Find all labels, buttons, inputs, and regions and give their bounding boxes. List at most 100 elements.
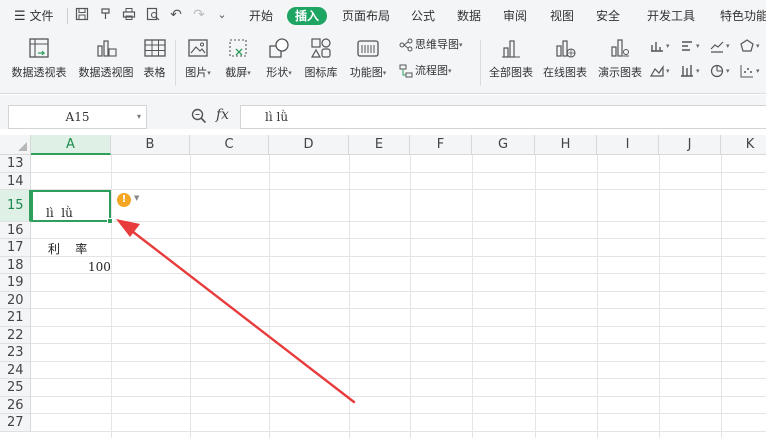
ribbon-insert: 数据透视表 数据透视图 表格 图片▾ 截屏▾ 形状▾ 图标库 功能图▾ 思维导图… bbox=[0, 32, 766, 94]
file-menu[interactable]: ☰ 文件 bbox=[14, 8, 54, 25]
bar-chart-icon bbox=[502, 40, 520, 58]
column-header-g[interactable]: G bbox=[472, 135, 535, 155]
pivot-table-button[interactable]: 数据透视表 bbox=[10, 36, 68, 88]
customize-toolbar-icon[interactable]: ⌄ bbox=[214, 7, 230, 23]
grid-hline bbox=[31, 396, 766, 397]
shapes-button[interactable]: 形状▾ bbox=[262, 36, 296, 88]
spreadsheet-grid[interactable]: ABCDEFGHIJK 13 14 15 16 17 18 19 20 21 22 23 24 25 26… bbox=[0, 135, 766, 438]
line-chart-dropdown[interactable]: ▾ bbox=[710, 37, 730, 55]
shapes-icon bbox=[269, 38, 289, 58]
radar-chart-dropdown[interactable]: ▾ bbox=[740, 37, 760, 55]
formula-input[interactable]: lì lǜ bbox=[240, 105, 766, 129]
zoom-formula-icon[interactable] bbox=[190, 107, 208, 127]
tab-developer[interactable]: 开发工具 bbox=[647, 8, 695, 24]
tab-home[interactable]: 开始 bbox=[249, 8, 273, 24]
select-all-corner[interactable] bbox=[0, 135, 31, 155]
row-header-25[interactable]: 25 bbox=[0, 379, 31, 397]
row-header-21[interactable]: 21 bbox=[0, 309, 31, 327]
format-painter-icon[interactable] bbox=[98, 7, 114, 23]
screenshot-button[interactable]: 截屏▾ bbox=[222, 36, 254, 88]
print-icon[interactable] bbox=[121, 7, 137, 23]
demo-chart-icon bbox=[611, 39, 629, 57]
row-header-17[interactable]: 17 bbox=[0, 239, 31, 257]
area-chart-dropdown[interactable]: ▾ bbox=[649, 62, 670, 80]
cell-a17[interactable]: 利 率 bbox=[48, 240, 87, 257]
column-header-a[interactable]: A bbox=[31, 135, 111, 155]
function-chart-button[interactable]: 功能图▾ bbox=[346, 36, 390, 88]
column-header-i[interactable]: I bbox=[597, 135, 659, 155]
demo-chart-button[interactable]: 演示图表 bbox=[596, 36, 644, 88]
scatter-chart-dropdown[interactable]: ▾ bbox=[740, 62, 760, 80]
row-header-13[interactable]: 13 bbox=[0, 155, 31, 173]
icon-library-button[interactable]: 图标库 bbox=[303, 36, 339, 88]
menu-bar: ☰ 文件 ↶ ↷ ⌄ 开始 插入 页面布局 公式 数据 审阅 视图 安全 开发工… bbox=[0, 0, 766, 32]
column-header-h[interactable]: H bbox=[535, 135, 597, 155]
divider bbox=[175, 40, 176, 86]
radar-chart-icon bbox=[740, 39, 754, 52]
row-header-23[interactable]: 23 bbox=[0, 344, 31, 362]
tab-view[interactable]: 视图 bbox=[550, 8, 574, 24]
grid-hline bbox=[31, 361, 766, 362]
grid-hline bbox=[31, 238, 766, 239]
row-header-27[interactable]: 27 bbox=[0, 414, 31, 432]
row-header-14[interactable]: 14 bbox=[0, 173, 31, 190]
cell-a18[interactable]: 100 bbox=[88, 260, 111, 274]
mindmap-button[interactable]: 思维导图▾ bbox=[399, 36, 463, 54]
area-chart-icon bbox=[649, 65, 664, 77]
online-chart-button[interactable]: 在线图表 bbox=[541, 36, 589, 88]
tab-insert[interactable]: 插入 bbox=[287, 7, 328, 25]
column-header-c[interactable]: C bbox=[190, 135, 269, 155]
column-header-k[interactable]: K bbox=[721, 135, 766, 155]
row-header-24[interactable]: 24 bbox=[0, 362, 31, 379]
redo-icon[interactable]: ↷ bbox=[191, 7, 207, 23]
mindmap-icon bbox=[399, 38, 413, 52]
print-preview-icon[interactable] bbox=[145, 7, 161, 23]
insert-function-icon[interactable]: fx bbox=[216, 107, 229, 123]
row-header-15[interactable]: 15 bbox=[0, 190, 31, 222]
function-chart-icon bbox=[357, 40, 379, 57]
column-chart-dropdown[interactable]: ▾ bbox=[650, 37, 670, 55]
tab-security[interactable]: 安全 bbox=[596, 8, 620, 24]
picture-icon bbox=[188, 39, 208, 57]
row-header-16[interactable]: 16 bbox=[0, 222, 31, 239]
hamburger-icon: ☰ bbox=[14, 9, 26, 24]
column-header-e[interactable]: E bbox=[349, 135, 410, 155]
grid-hline bbox=[31, 256, 766, 257]
column-header-d[interactable]: D bbox=[269, 135, 349, 155]
table-button[interactable]: 表格 bbox=[141, 36, 168, 88]
all-charts-button[interactable]: 全部图表 bbox=[487, 36, 535, 88]
pivot-chart-button[interactable]: 数据透视图 bbox=[76, 36, 136, 88]
tab-special-features[interactable]: 特色功能 bbox=[720, 8, 766, 24]
fill-handle[interactable] bbox=[107, 218, 113, 224]
stock-chart-dropdown[interactable]: ▾ bbox=[680, 62, 700, 80]
bar-chart-dropdown[interactable]: ▾ bbox=[680, 37, 700, 55]
grid-hline bbox=[31, 413, 766, 414]
divider bbox=[67, 8, 68, 24]
column-header-f[interactable]: F bbox=[410, 135, 472, 155]
tab-review[interactable]: 审阅 bbox=[503, 8, 527, 24]
grid-hline bbox=[31, 172, 766, 173]
column-header-j[interactable]: J bbox=[659, 135, 721, 155]
name-box[interactable]: A15 ▾ bbox=[8, 105, 147, 129]
chevron-down-icon: ▼ bbox=[134, 194, 140, 202]
tab-data[interactable]: 数据 bbox=[457, 8, 481, 24]
screenshot-icon bbox=[229, 39, 247, 57]
column-chart-icon bbox=[651, 42, 663, 52]
row-header-18[interactable]: 18 bbox=[0, 257, 31, 274]
flowchart-button[interactable]: 流程图▾ bbox=[399, 62, 452, 80]
chevron-down-icon[interactable]: ▾ bbox=[137, 106, 141, 128]
picture-button[interactable]: 图片▾ bbox=[182, 36, 214, 88]
tab-page-layout[interactable]: 页面布局 bbox=[342, 8, 390, 24]
row-header-26[interactable]: 26 bbox=[0, 397, 31, 414]
column-header-b[interactable]: B bbox=[111, 135, 190, 155]
row-header-20[interactable]: 20 bbox=[0, 292, 31, 309]
tab-formulas[interactable]: 公式 bbox=[411, 8, 435, 24]
grid-hline bbox=[31, 326, 766, 327]
save-icon[interactable] bbox=[74, 7, 90, 23]
undo-icon[interactable]: ↶ bbox=[168, 7, 184, 23]
select-all-icon bbox=[18, 142, 27, 151]
row-header-22[interactable]: 22 bbox=[0, 327, 31, 344]
error-check-button[interactable]: ! ▼ bbox=[114, 192, 143, 208]
row-header-19[interactable]: 19 bbox=[0, 274, 31, 292]
pie-chart-dropdown[interactable]: ▾ bbox=[710, 62, 730, 80]
